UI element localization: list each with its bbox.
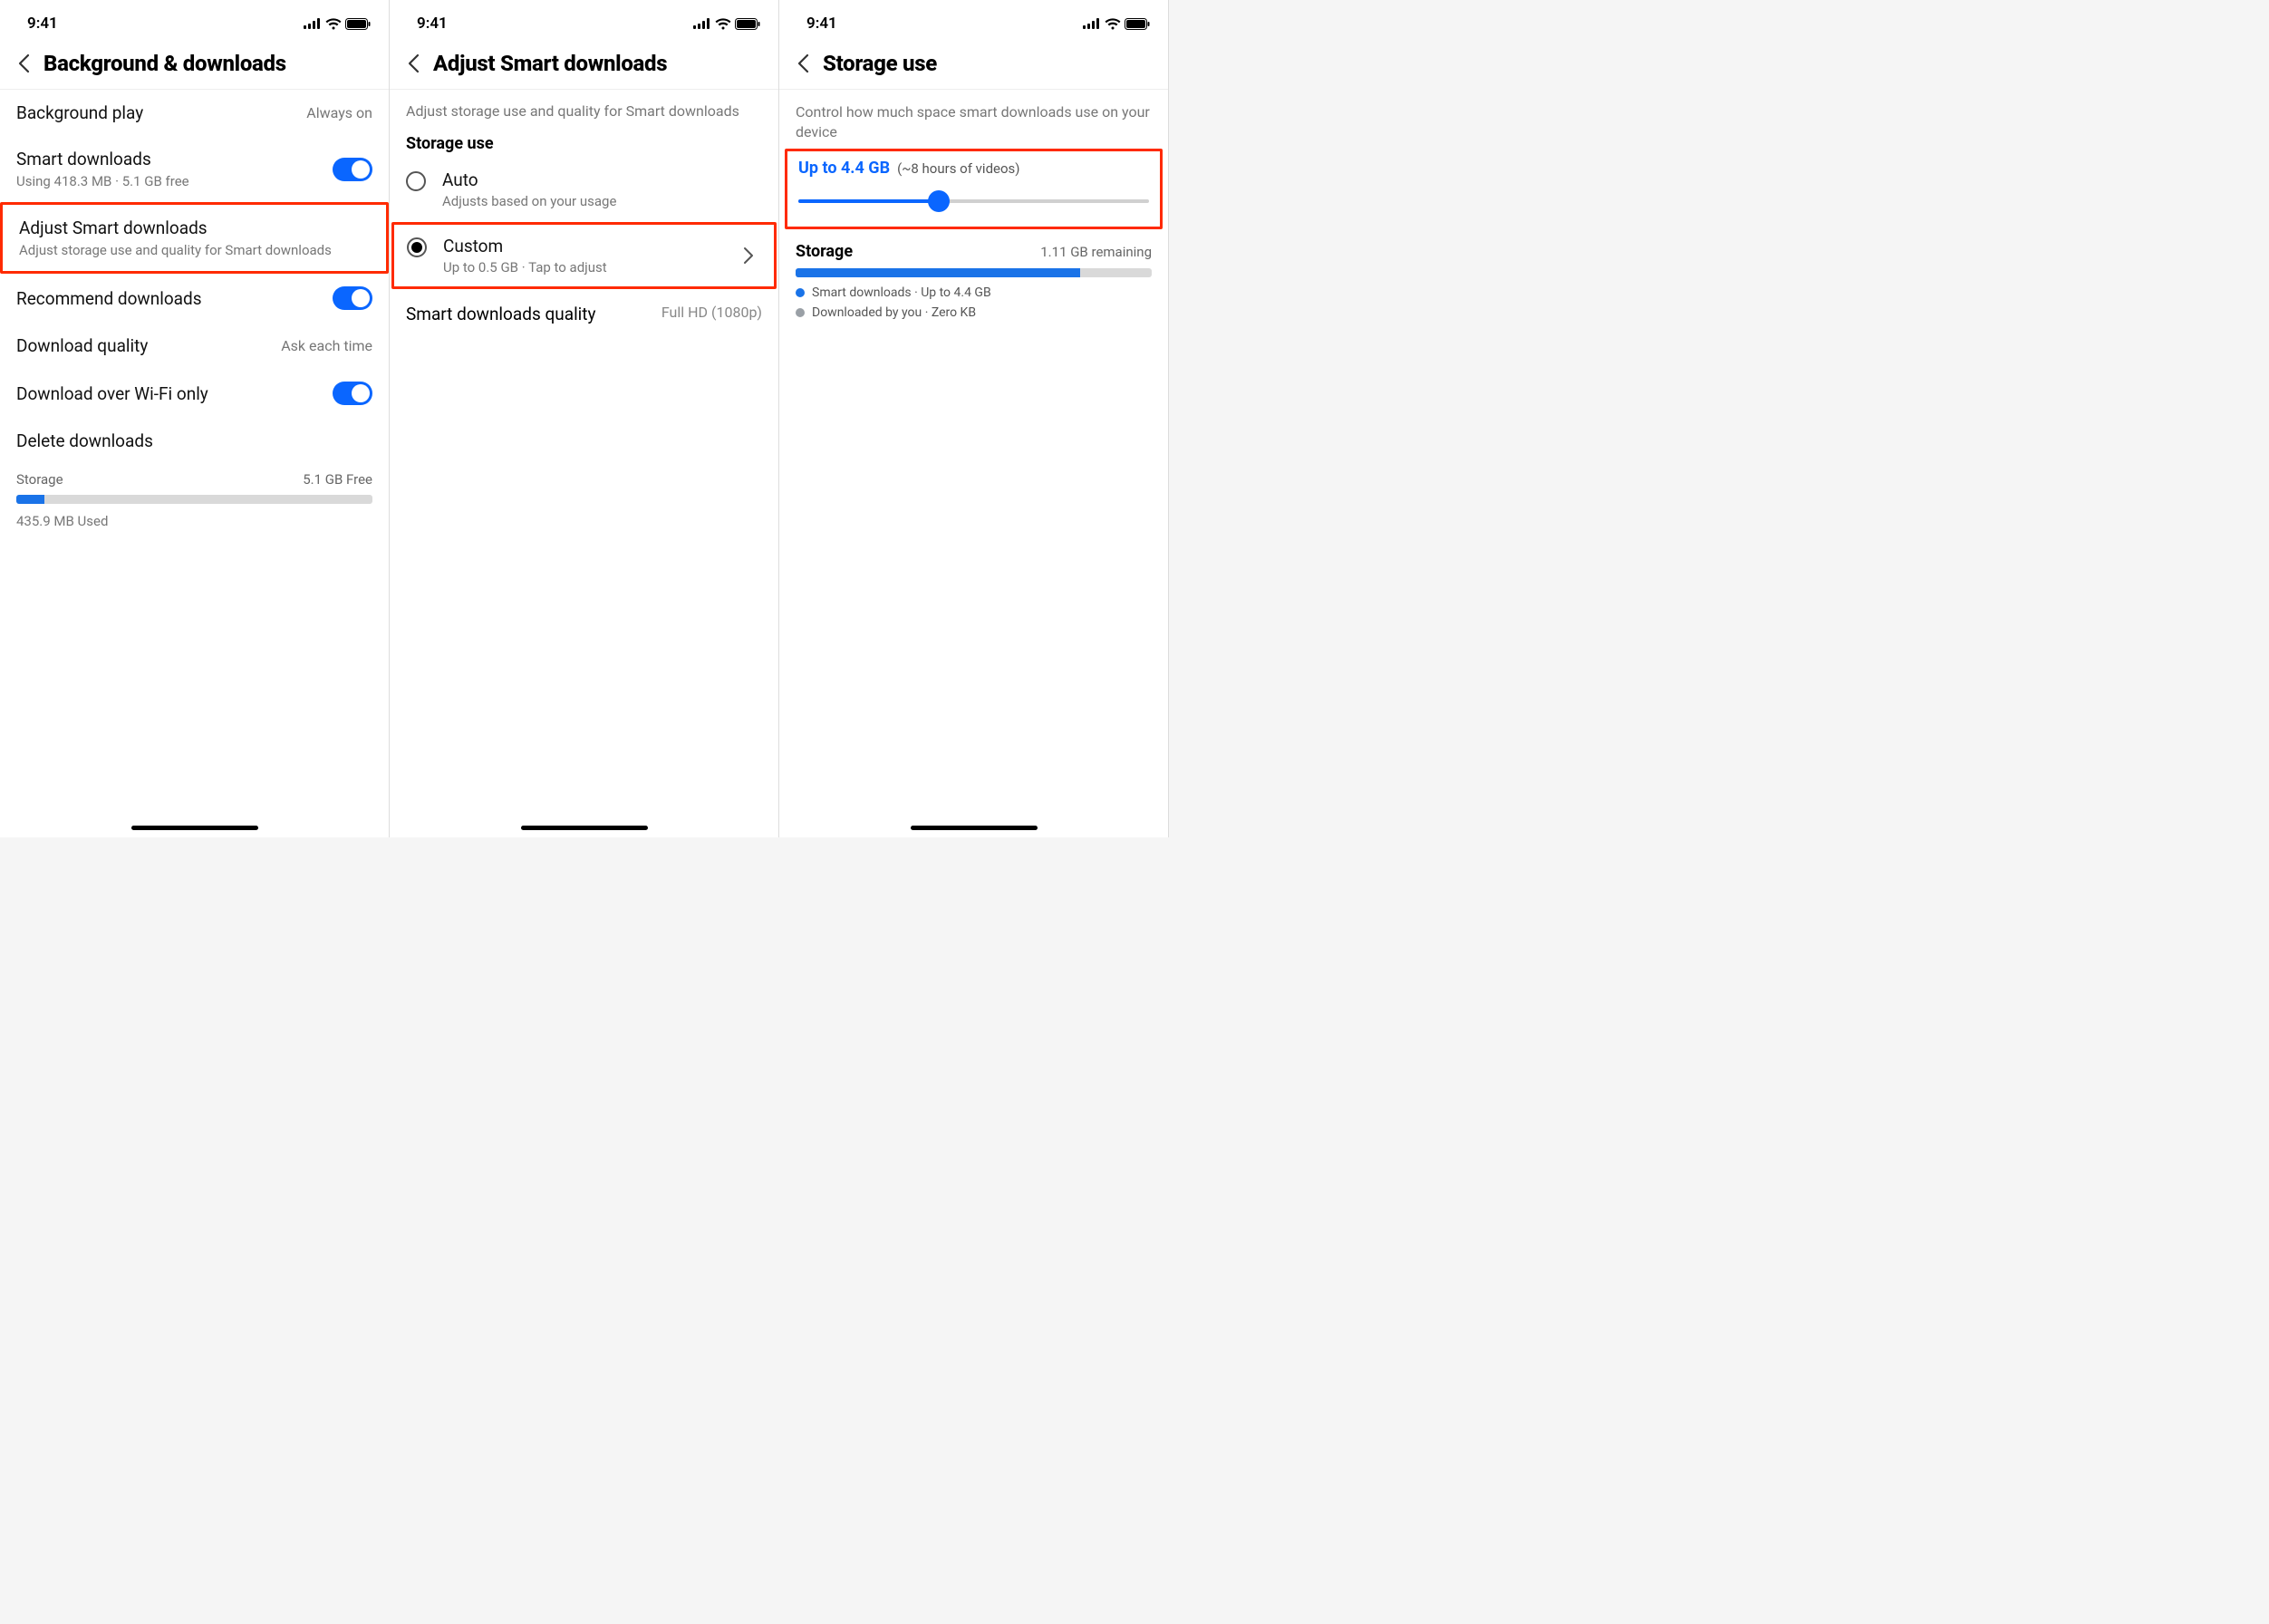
dot-icon	[796, 288, 805, 297]
storage-bar	[796, 268, 1152, 277]
storage-limit-line: Up to 4.4 GB (~8 hours of videos)	[798, 159, 1149, 178]
storage-remaining: 1.11 GB remaining	[1040, 244, 1152, 260]
legend-label: Smart downloads · Up to 4.4 GB	[812, 285, 991, 300]
row-download-quality[interactable]: Download quality Ask each time	[0, 323, 389, 369]
legend-smart-downloads: Smart downloads · Up to 4.4 GB	[796, 283, 1152, 303]
row-label: Smart downloads quality	[406, 304, 596, 324]
back-button[interactable]	[13, 53, 34, 74]
helper-text: Adjust storage use and quality for Smart…	[390, 90, 778, 125]
row-label: Recommend downloads	[16, 288, 202, 309]
storage-limit-value: Up to 4.4 GB	[798, 159, 890, 178]
legend-label: Downloaded by you · Zero KB	[812, 305, 976, 320]
cellular-icon	[304, 18, 322, 29]
storage-label: Storage	[796, 242, 853, 261]
home-indicator[interactable]	[911, 826, 1038, 830]
storage-label: Storage	[16, 471, 63, 488]
nav-header: Storage use	[779, 42, 1168, 90]
cellular-icon	[1083, 18, 1101, 29]
wifi-icon	[715, 18, 731, 30]
radio-label: Auto	[442, 169, 762, 190]
storage-used: 435.9 MB Used	[16, 513, 372, 529]
chevron-left-icon	[17, 53, 30, 73]
recommend-downloads-toggle[interactable]	[333, 286, 372, 310]
status-time: 9:41	[27, 14, 58, 33]
row-delete-downloads[interactable]: Delete downloads	[0, 418, 389, 464]
radio-label: Custom	[443, 236, 727, 256]
radio-auto[interactable]: Auto Adjusts based on your usage	[390, 157, 778, 222]
screen-storage-use: 9:41 Storage use Control how much space …	[779, 0, 1169, 837]
screen-background-downloads: 9:41 Background & downloads Background p…	[0, 0, 390, 837]
row-sublabel: Using 418.3 MB · 5.1 GB free	[16, 173, 189, 189]
battery-icon	[735, 18, 760, 30]
row-smart-downloads[interactable]: Smart downloads Using 418.3 MB · 5.1 GB …	[0, 136, 389, 202]
storage-slider[interactable]	[798, 190, 1149, 212]
row-recommend-downloads[interactable]: Recommend downloads	[0, 274, 389, 323]
settings-list: Background play Always on Smart download…	[0, 90, 389, 529]
row-background-play[interactable]: Background play Always on	[0, 90, 389, 136]
home-indicator[interactable]	[131, 826, 258, 830]
storage-bar-fill	[16, 495, 44, 504]
storage-legend: Smart downloads · Up to 4.4 GB Downloade…	[779, 277, 1168, 328]
cellular-icon	[693, 18, 711, 29]
row-label: Download over Wi-Fi only	[16, 383, 208, 404]
battery-icon	[1125, 18, 1150, 30]
radio-sublabel: Adjusts based on your usage	[442, 193, 762, 209]
wifi-icon	[325, 18, 342, 30]
status-time: 9:41	[806, 14, 837, 33]
row-adjust-smart-downloads[interactable]: Adjust Smart downloads Adjust storage us…	[0, 202, 389, 274]
row-value: Always on	[306, 104, 372, 121]
legend-downloaded-by-you: Downloaded by you · Zero KB	[796, 303, 1152, 323]
highlight-slider: Up to 4.4 GB (~8 hours of videos)	[785, 149, 1163, 229]
row-label: Download quality	[16, 335, 148, 356]
storage-free: 5.1 GB Free	[303, 471, 372, 488]
chevron-right-icon	[743, 246, 761, 265]
row-label: Smart downloads	[16, 149, 189, 169]
slider-fill	[798, 199, 939, 203]
row-value: Ask each time	[281, 337, 372, 354]
row-label: Adjust Smart downloads	[19, 218, 208, 238]
storage-limit-approx: (~8 hours of videos)	[897, 160, 1019, 177]
row-value: Full HD (1080p)	[661, 304, 762, 324]
radio-custom[interactable]: Custom Up to 0.5 GB · Tap to adjust	[394, 225, 774, 286]
nav-header: Background & downloads	[0, 42, 389, 90]
status-bar: 9:41	[0, 0, 389, 42]
radio-icon	[406, 171, 426, 191]
page-title: Background & downloads	[43, 51, 286, 76]
dot-icon	[796, 308, 805, 317]
section-header-storage-use: Storage use	[390, 125, 778, 157]
storage-bar-fill	[796, 268, 1080, 277]
row-label: Delete downloads	[16, 430, 153, 451]
page-title: Adjust Smart downloads	[433, 51, 667, 76]
storage-summary: Storage 1.11 GB remaining	[779, 233, 1168, 277]
radio-sublabel: Up to 0.5 GB · Tap to adjust	[443, 259, 727, 276]
screen-adjust-smart-downloads: 9:41 Adjust Smart downloads Adjust stora…	[390, 0, 779, 837]
status-icons	[1083, 18, 1150, 30]
status-icons	[304, 18, 371, 30]
status-time: 9:41	[417, 14, 448, 33]
status-bar: 9:41	[779, 0, 1168, 42]
wifi-only-toggle[interactable]	[333, 382, 372, 405]
wifi-icon	[1105, 18, 1121, 30]
storage-bar	[16, 495, 372, 504]
battery-icon	[345, 18, 371, 30]
nav-header: Adjust Smart downloads	[390, 42, 778, 90]
row-smart-downloads-quality[interactable]: Smart downloads quality Full HD (1080p)	[390, 289, 778, 339]
highlight-custom: Custom Up to 0.5 GB · Tap to adjust	[391, 222, 777, 289]
row-download-wifi-only[interactable]: Download over Wi-Fi only	[0, 369, 389, 418]
status-icons	[693, 18, 760, 30]
helper-text: Control how much space smart downloads u…	[779, 90, 1168, 145]
back-button[interactable]	[402, 53, 424, 74]
chevron-left-icon	[407, 53, 420, 73]
row-label: Background play	[16, 102, 143, 123]
slider-thumb[interactable]	[928, 190, 950, 212]
storage-section: Storage 5.1 GB Free 435.9 MB Used	[0, 464, 389, 529]
chevron-left-icon	[797, 53, 809, 73]
radio-icon-selected	[407, 237, 427, 257]
back-button[interactable]	[792, 53, 814, 74]
page-title: Storage use	[823, 51, 937, 76]
home-indicator[interactable]	[521, 826, 648, 830]
smart-downloads-toggle[interactable]	[333, 158, 372, 181]
row-sublabel: Adjust storage use and quality for Smart…	[19, 242, 332, 258]
status-bar: 9:41	[390, 0, 778, 42]
